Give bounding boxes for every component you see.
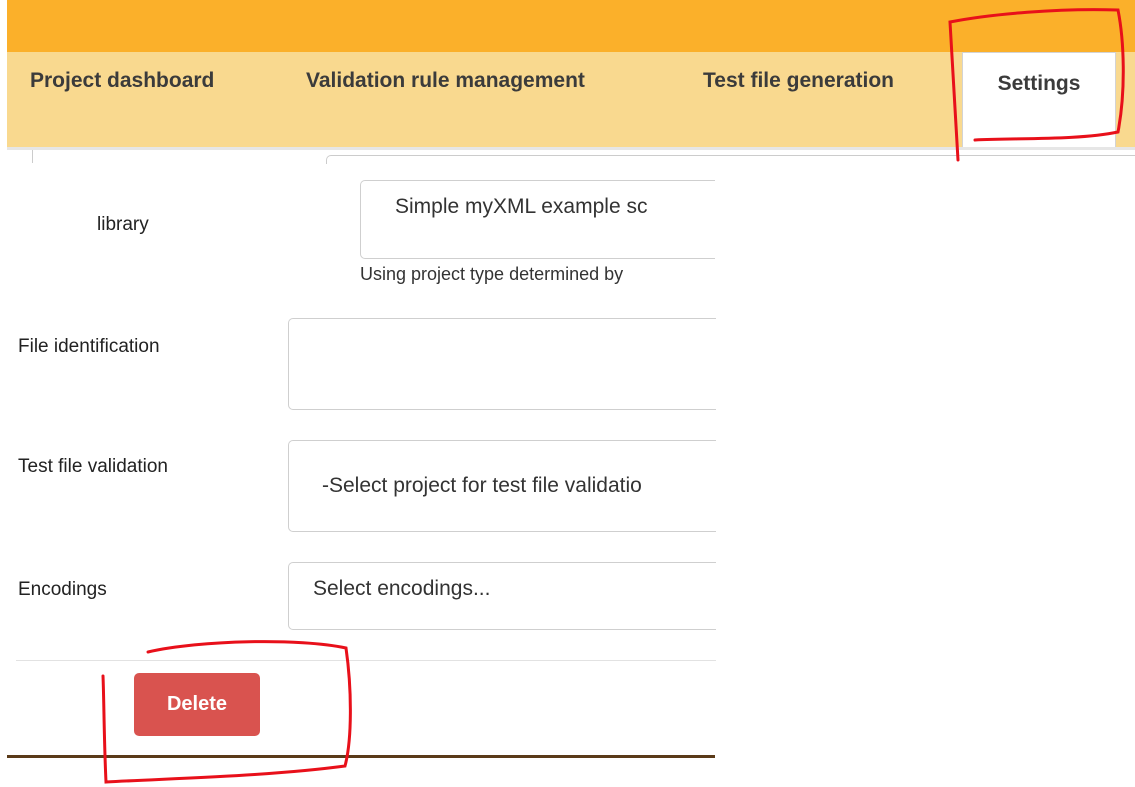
panel-edge-box <box>326 155 1135 164</box>
test-file-validation-value: -Select project for test file validatio <box>322 474 642 497</box>
panel-edge <box>32 150 33 163</box>
top-color-bar <box>7 0 1135 52</box>
library-label: library <box>97 214 149 235</box>
tab-settings[interactable]: Settings <box>962 52 1116 149</box>
library-help-text: Using project type determined by <box>360 264 624 284</box>
encodings-label: Encodings <box>18 579 107 600</box>
tab-test-file-generation[interactable]: Test file generation <box>703 56 894 106</box>
encodings-placeholder: Select encodings... <box>313 577 491 600</box>
delete-button[interactable]: Delete <box>134 673 260 736</box>
test-file-validation-label: Test file validation <box>18 456 168 477</box>
library-select-value: Simple myXML example sc <box>395 195 648 218</box>
test-file-validation-select[interactable]: -Select project for test file validatio <box>288 440 716 532</box>
library-select[interactable]: Simple myXML example sc <box>360 180 715 259</box>
tab-project-dashboard[interactable]: Project dashboard <box>30 56 214 106</box>
tab-validation-rule-management[interactable]: Validation rule management <box>306 56 585 106</box>
file-identification-label: File identification <box>18 336 160 357</box>
tab-content-border <box>7 147 1135 150</box>
bottom-rule <box>7 755 715 758</box>
encodings-select[interactable]: Select encodings... <box>288 562 716 630</box>
file-identification-input[interactable] <box>288 318 716 410</box>
form-divider <box>16 660 716 661</box>
